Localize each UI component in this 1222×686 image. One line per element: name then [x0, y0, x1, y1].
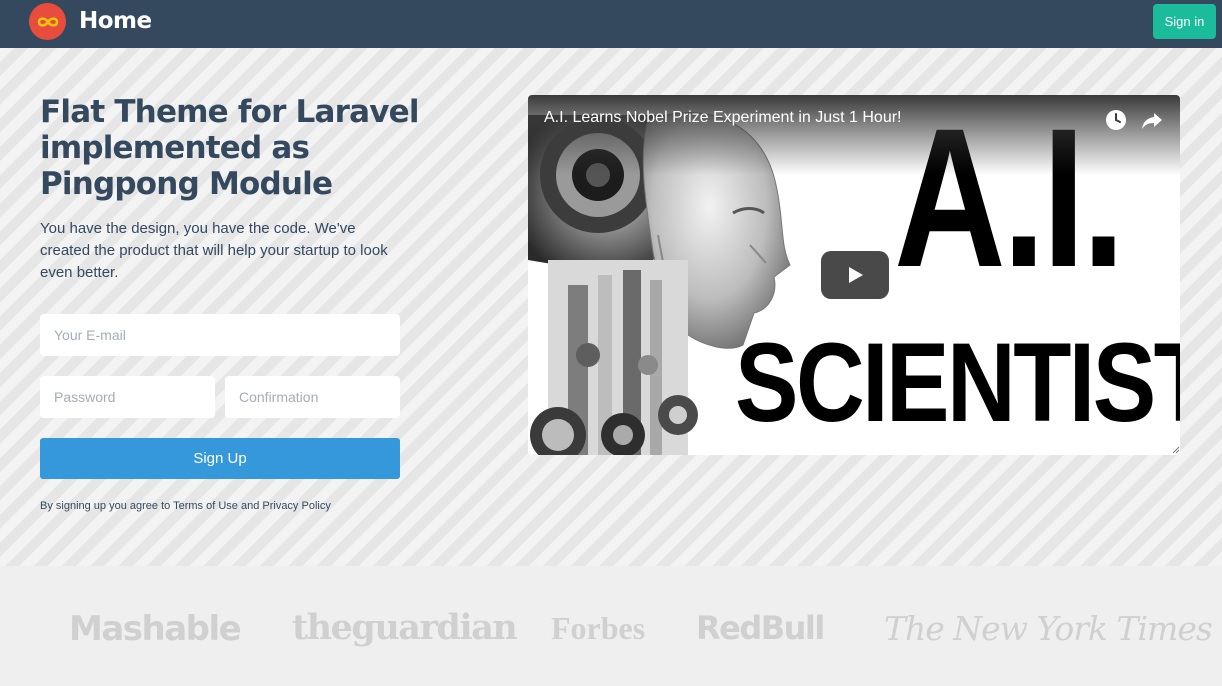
red-bull-logo: RedBull [696, 609, 825, 647]
password-input[interactable] [40, 376, 215, 418]
clock-icon[interactable] [1104, 108, 1128, 132]
new-york-times-logo: The New York Times [884, 609, 1213, 648]
video-title[interactable]: A.I. Learns Nobel Prize Experiment in Ju… [544, 109, 902, 127]
sign-up-button[interactable]: Sign Up [40, 438, 400, 479]
forbes-logo: Forbes [551, 610, 646, 646]
resize-handle-icon[interactable] [1172, 446, 1180, 454]
video-embed[interactable]: A.I. SCIENTIST A.I. Learns Nobel Prize E… [528, 95, 1180, 455]
share-icon[interactable] [1140, 108, 1164, 132]
thumbnail-scientist-text: SCIENTIST [735, 320, 1180, 445]
terms-text: By signing up you agree to Terms of Use … [40, 500, 331, 512]
brand-title[interactable]: Home [79, 8, 152, 34]
password-confirmation-input[interactable] [225, 376, 400, 418]
top-navbar: Home Sign in [0, 0, 1222, 48]
brand-logo[interactable] [29, 3, 66, 40]
infinity-icon [37, 16, 58, 27]
play-icon [849, 267, 863, 283]
video-title-bar [528, 95, 1180, 175]
sign-in-button[interactable]: Sign in [1153, 4, 1216, 39]
the-guardian-logo: theguardian [292, 607, 518, 648]
play-button[interactable] [821, 251, 889, 299]
hero-title: Flat Theme for Laravel implemented as Pi… [40, 94, 420, 202]
email-input[interactable] [40, 314, 400, 356]
mashable-logo: Mashable [69, 609, 242, 649]
hero-description: You have the design, you have the code. … [40, 220, 388, 281]
